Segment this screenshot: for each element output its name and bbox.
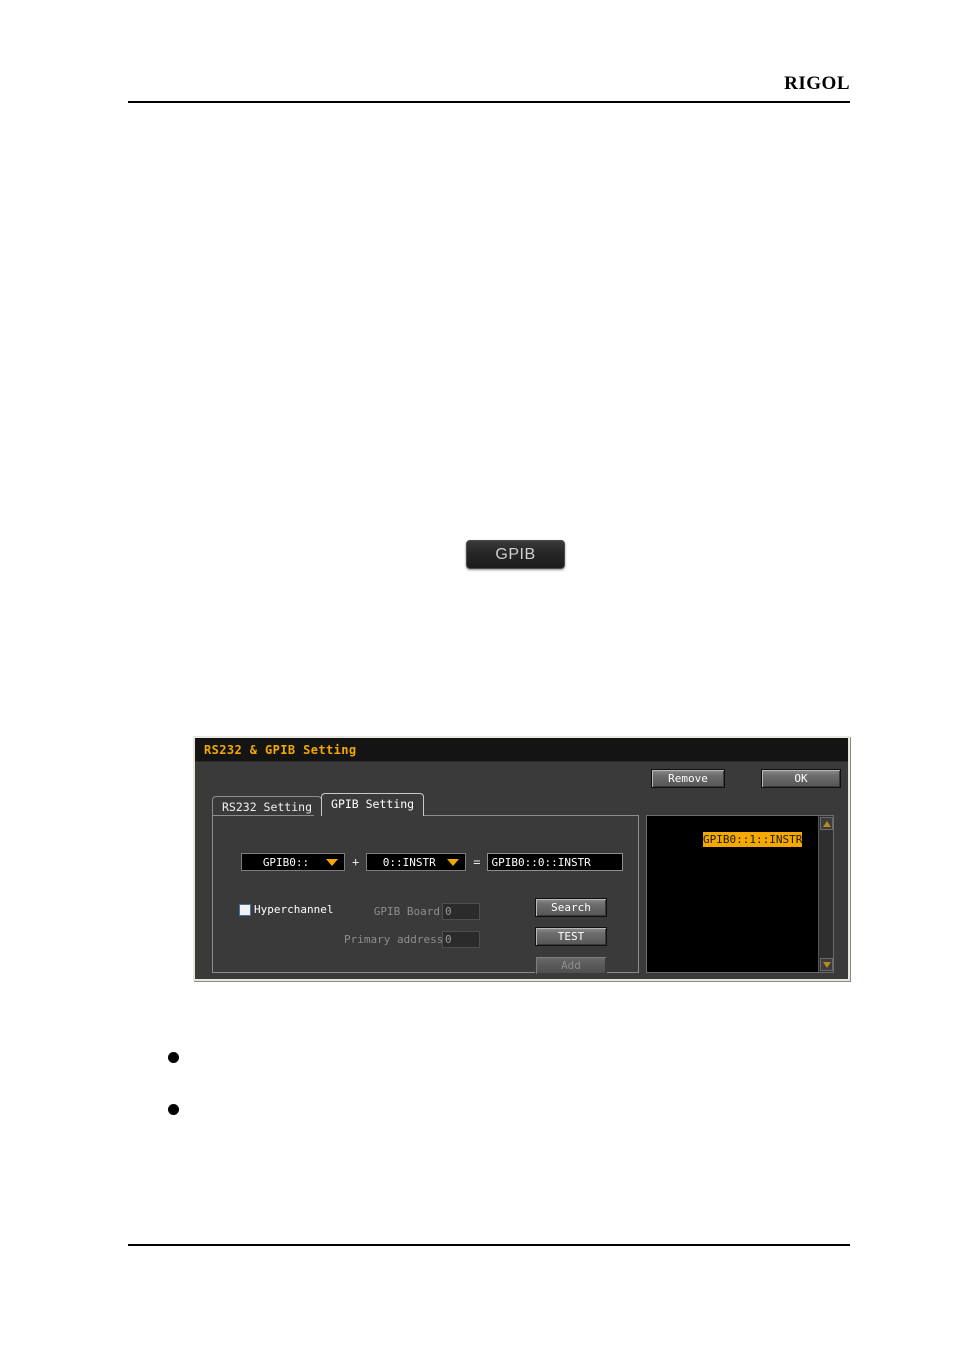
plus-operator: + [352, 855, 360, 869]
tab-gpib-setting[interactable]: GPIB Setting [321, 793, 425, 816]
primary-address-label: Primary address [344, 933, 444, 946]
dialog-titlebar: RS232 & GPIB Setting [195, 738, 848, 762]
gpib-settings-panel: GPIB0:: + 0::INSTR = GPIB0::0::INSTR Hyp… [212, 815, 639, 975]
gpib-board-row: GPIB Board 0 [344, 903, 480, 920]
gpib-prefix-value: GPIB0:: [262, 855, 310, 869]
primary-address-row: Primary address 0 [344, 931, 480, 948]
triangle-up-icon [822, 820, 831, 827]
visa-address-result-value: GPIB0::0::INSTR [491, 855, 591, 869]
list-item [168, 1046, 808, 1098]
header-divider [128, 101, 850, 103]
gpib-board-input[interactable]: 0 [442, 903, 480, 920]
tabstrip: RS232 Setting GPIB Setting [212, 793, 425, 816]
visa-address-composer: GPIB0:: + 0::INSTR = GPIB0::0::INSTR [241, 853, 624, 871]
gpib-board-value: 0 [445, 905, 452, 918]
rs232-gpib-setting-dialog: RS232 & GPIB Setting Remove OK RS232 Set… [193, 736, 850, 981]
equals-operator: = [473, 855, 481, 869]
gpib-suffix-value: 0::INSTR [382, 855, 436, 869]
gpib-softkey-label: GPIB [495, 545, 536, 563]
dialog-top-actions: Remove OK [651, 769, 841, 788]
test-button[interactable]: TEST [535, 927, 607, 946]
hyperchannel-label: Hyperchannel [254, 903, 334, 916]
gpib-prefix-dropdown[interactable]: GPIB0:: [241, 853, 345, 871]
chevron-down-icon [326, 859, 338, 866]
gpib-suffix-dropdown[interactable]: 0::INSTR [366, 853, 467, 871]
rigol-logo: RIGOL [784, 73, 850, 94]
primary-address-input[interactable]: 0 [442, 931, 480, 948]
chevron-down-icon [447, 859, 460, 866]
bullet-list [168, 1046, 808, 1150]
gpib-softkey-button[interactable]: GPIB [466, 540, 565, 569]
scroll-down-button[interactable] [820, 958, 833, 971]
list-item [168, 1098, 808, 1150]
hyperchannel-row: Hyperchannel [239, 903, 333, 916]
instrument-list-scrollbar[interactable] [818, 816, 833, 972]
hyperchannel-checkbox[interactable] [239, 903, 251, 916]
primary-address-value: 0 [445, 933, 452, 946]
scroll-up-button[interactable] [820, 817, 833, 830]
ok-button[interactable]: OK [761, 769, 841, 788]
dialog-title: RS232 & GPIB Setting [204, 742, 357, 757]
triangle-down-icon [822, 961, 831, 968]
gpib-board-label: GPIB Board [373, 905, 440, 918]
gpib-action-buttons: Search TEST Add [535, 898, 607, 975]
tab-rs232-setting[interactable]: RS232 Setting [212, 796, 323, 816]
bullet-icon [168, 1052, 179, 1063]
instrument-list-panel[interactable]: GPIB0::1::INSTR [646, 815, 834, 973]
visa-address-result-field[interactable]: GPIB0::0::INSTR [487, 853, 624, 871]
bullet-icon [168, 1104, 179, 1115]
add-button[interactable]: Add [535, 956, 607, 975]
search-button[interactable]: Search [535, 898, 607, 917]
footer-divider [128, 1244, 850, 1246]
dialog-body: Remove OK RS232 Setting GPIB Setting GPI… [195, 762, 848, 979]
list-item[interactable]: GPIB0::1::INSTR [647, 816, 833, 863]
remove-button[interactable]: Remove [651, 769, 725, 788]
list-item-label: GPIB0::1::INSTR [702, 832, 803, 847]
